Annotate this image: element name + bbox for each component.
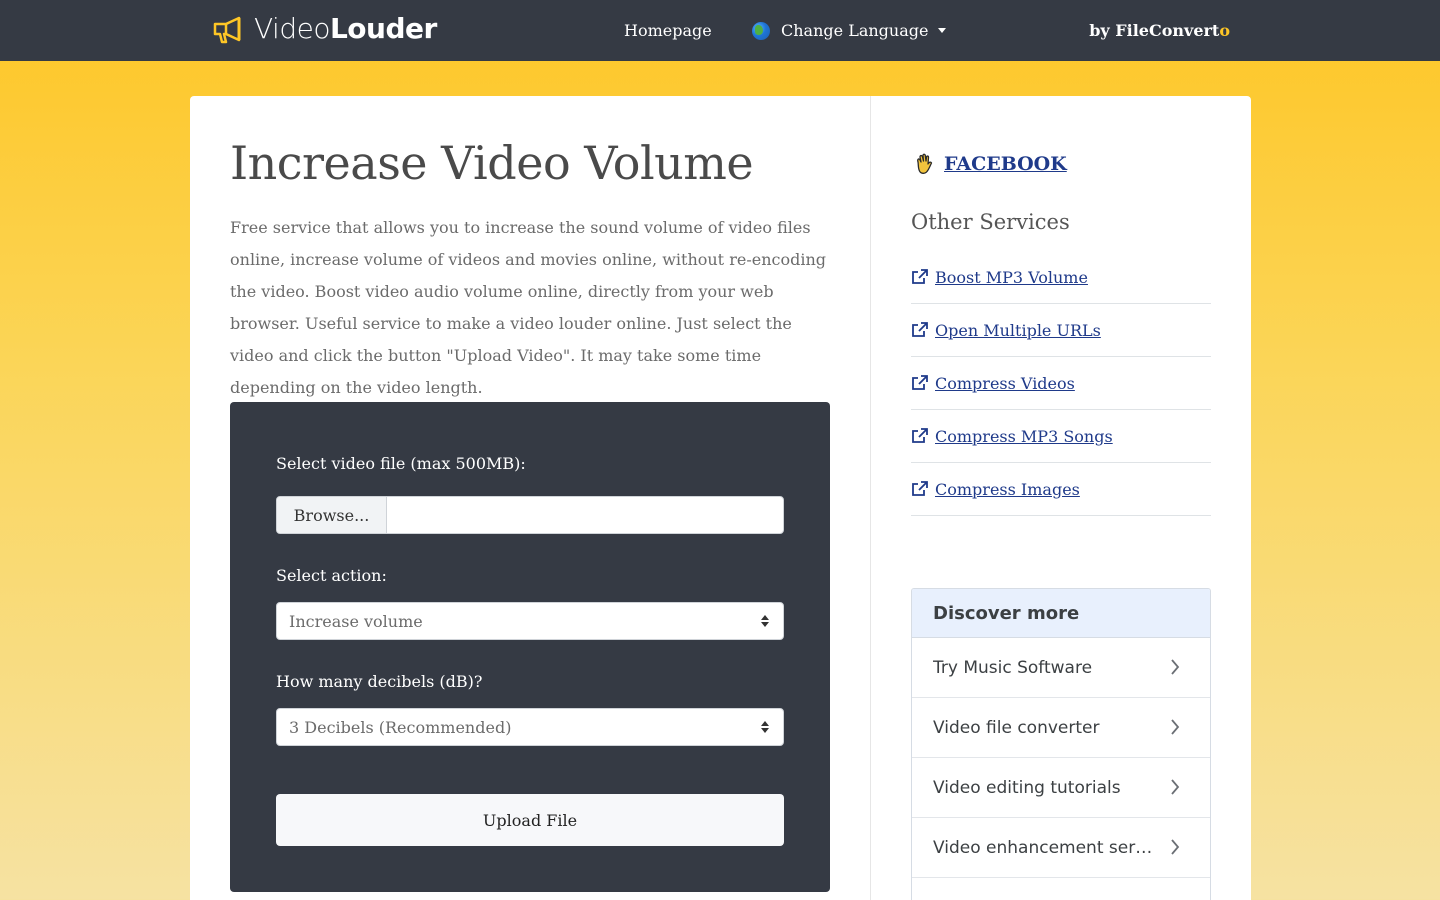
megaphone-icon [213, 16, 241, 43]
decibels-select[interactable]: 3 Decibels (Recommended) [276, 708, 784, 746]
change-language-label: Change Language [781, 21, 929, 40]
discover-item[interactable]: Try Music Software [912, 638, 1210, 698]
facebook-link[interactable]: FACEBOOK [912, 152, 1067, 176]
service-link-compress-videos[interactable]: Compress Videos [911, 357, 1211, 410]
discover-more-heading: Discover more [912, 589, 1210, 638]
change-language-dropdown[interactable]: Change Language [752, 21, 947, 40]
other-services-list: Boost MP3 Volume Open Multiple URLs Comp… [911, 251, 1211, 516]
discover-item[interactable]: Video enhancement services [912, 818, 1210, 878]
waving-hand-icon [917, 153, 933, 174]
external-link-icon [912, 428, 928, 443]
browse-button[interactable]: Browse... [277, 497, 387, 533]
file-select-label: Select video file (max 500MB): [276, 454, 526, 473]
caret-down-icon [938, 28, 947, 33]
page-description: Free service that allows you to increase… [230, 218, 826, 397]
logo-text: VideoLouder [254, 12, 437, 45]
facebook-link-text: FACEBOOK [944, 153, 1067, 175]
page-title: Increase Video Volume [230, 136, 754, 190]
upload-file-button[interactable]: Upload File [276, 794, 784, 846]
external-link-icon [912, 375, 928, 390]
external-link-icon [912, 481, 928, 496]
column-divider [870, 96, 871, 900]
nav-homepage-link[interactable]: Homepage [624, 21, 712, 40]
action-select[interactable]: Increase volume [276, 602, 784, 640]
select-arrows-icon [761, 721, 769, 733]
chevron-right-icon [1171, 779, 1180, 795]
byline-fileconverto[interactable]: by FileConverto [1089, 21, 1230, 40]
external-link-icon [912, 269, 928, 284]
chevron-right-icon [1171, 839, 1180, 855]
chevron-right-icon [1171, 719, 1180, 735]
action-select-label: Select action: [276, 566, 387, 585]
service-link-compress-images[interactable]: Compress Images [911, 463, 1211, 516]
service-link-compress-mp3-songs[interactable]: Compress MP3 Songs [911, 410, 1211, 463]
discover-item[interactable]: Video editing tutorials [912, 758, 1210, 818]
chevron-right-icon [1171, 659, 1180, 675]
top-navbar: VideoLouder Homepage Change Language by … [0, 0, 1440, 61]
action-select-value: Increase volume [289, 611, 423, 631]
upload-form: Select video file (max 500MB): Browse...… [230, 402, 830, 892]
main-card: Increase Video Volume Free service that … [190, 96, 1251, 900]
decibels-select-value: 3 Decibels (Recommended) [289, 717, 512, 737]
service-link-open-multiple-urls[interactable]: Open Multiple URLs [911, 304, 1211, 357]
globe-icon [752, 21, 770, 40]
service-link-boost-mp3-volume[interactable]: Boost MP3 Volume [911, 251, 1211, 304]
discover-item[interactable]: Video file converter [912, 698, 1210, 758]
decibels-select-label: How many decibels (dB)? [276, 672, 483, 691]
discover-more-panel: Discover more Try Music Software Video f… [911, 588, 1211, 900]
select-arrows-icon [761, 615, 769, 627]
site-logo[interactable]: VideoLouder [212, 12, 437, 45]
other-services-heading: Other Services [911, 210, 1070, 234]
external-link-icon [912, 322, 928, 337]
file-input[interactable]: Browse... [276, 496, 784, 534]
